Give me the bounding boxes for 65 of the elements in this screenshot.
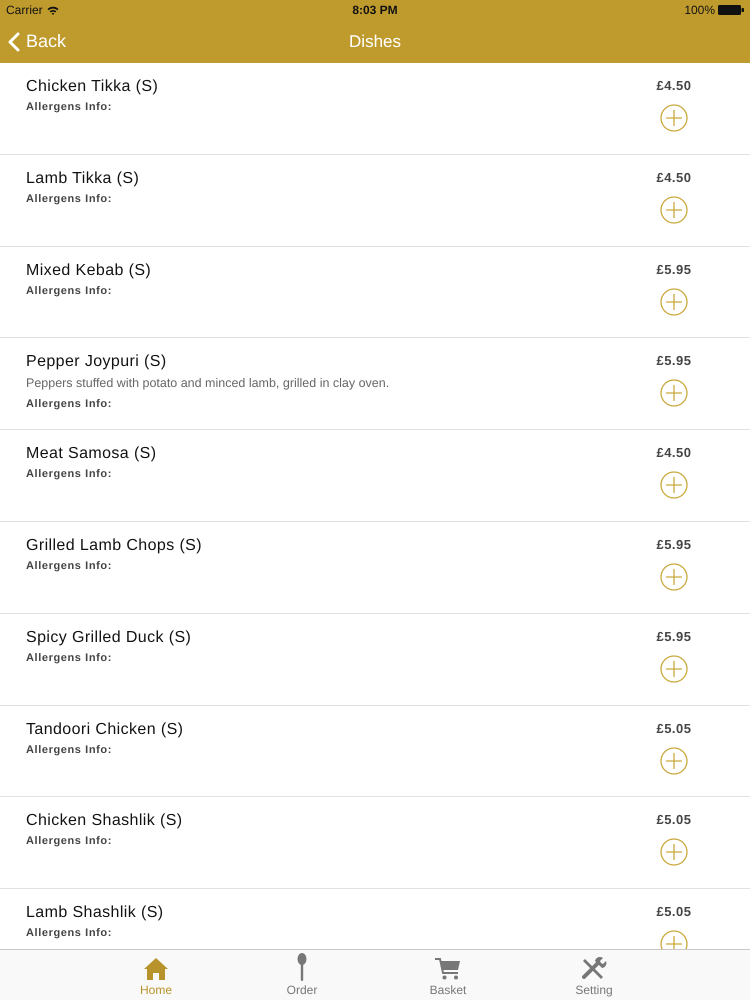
wifi-icon	[46, 6, 59, 14]
add-button[interactable]	[660, 654, 688, 683]
allergens-label: Allergens Info:	[26, 650, 112, 665]
dish-price: £5.05	[656, 720, 692, 737]
dish-price: £4.50	[656, 170, 692, 186]
dish-name: Meat Samosa (S)	[26, 444, 156, 464]
tab-item[interactable]: Basket	[375, 950, 521, 1000]
add-button[interactable]	[660, 746, 688, 775]
dish-price: £5.05	[656, 904, 692, 920]
plus-circle-icon	[660, 379, 688, 408]
tools-icon	[581, 957, 607, 981]
dish-price: £5.95	[656, 628, 692, 645]
plus-circle-icon	[660, 104, 688, 132]
tab-item[interactable]: Setting	[521, 950, 667, 1000]
add-button[interactable]	[660, 104, 688, 132]
add-button[interactable]	[660, 379, 688, 408]
status-time: 8:03 PM	[352, 2, 398, 19]
dish-row[interactable]: Tandoori Chicken (S) Allergens Info: £5.05	[0, 706, 750, 798]
dish-price: £5.95	[656, 536, 692, 553]
battery-icon	[718, 5, 744, 15]
plus-circle-icon	[660, 838, 688, 866]
chevron-left-icon	[8, 32, 20, 52]
dish-price: £5.95	[656, 262, 692, 278]
allergens-label: Allergens Info:	[26, 192, 112, 206]
dish-row[interactable]: Mixed Kebab (S) Allergens Info: £5.95	[0, 246, 750, 338]
dish-name: Lamb Shashlik (S)	[26, 903, 164, 924]
cart-icon	[435, 957, 461, 981]
dish-name: Tandoori Chicken (S)	[26, 720, 184, 740]
carrier-label: Carrier	[6, 2, 43, 19]
screen-title: Dishes	[349, 30, 401, 53]
dish-name: Grilled Lamb Chops (S)	[26, 536, 202, 556]
allergens-label: Allergens Info:	[26, 926, 112, 940]
dish-price: £5.95	[656, 353, 692, 370]
allergens-label: Allergens Info:	[26, 467, 112, 482]
dish-name: Mixed Kebab (S)	[26, 260, 152, 281]
dish-name: Pepper Joypuri (S)	[26, 352, 167, 372]
plus-circle-icon	[660, 654, 688, 683]
allergens-label: Allergens Info:	[26, 100, 112, 114]
allergens-label: Allergens Info:	[26, 742, 112, 757]
add-button[interactable]	[660, 838, 688, 866]
tab-item[interactable]: Order	[229, 950, 375, 1000]
add-button[interactable]	[660, 471, 688, 500]
dish-price: £4.50	[656, 78, 692, 94]
dish-name: Chicken Shashlik (S)	[26, 811, 182, 832]
plus-circle-icon	[660, 196, 688, 224]
plus-circle-icon	[660, 746, 688, 775]
plus-circle-icon	[660, 562, 688, 591]
add-button[interactable]	[660, 562, 688, 591]
spoon-icon	[297, 953, 307, 981]
plus-circle-icon	[660, 471, 688, 500]
add-button[interactable]	[660, 288, 688, 316]
house-icon	[143, 957, 169, 981]
dish-description: Peppers stuffed with potato and minced lamb, grilled in clay oven.	[26, 375, 390, 392]
dish-price: £4.50	[656, 445, 692, 462]
dish-name: Lamb Tikka (S)	[26, 168, 140, 189]
battery-percent: 100%	[684, 2, 716, 19]
allergens-label: Allergens Info:	[26, 558, 112, 573]
dish-name: Chicken Tikka (S)	[26, 77, 158, 97]
dish-price: £5.05	[656, 812, 692, 828]
allergens-label: Allergens Info:	[26, 834, 112, 848]
dish-name: Spicy Grilled Duck (S)	[26, 628, 192, 648]
add-button[interactable]	[660, 196, 688, 224]
plus-circle-icon	[660, 288, 688, 316]
allergens-label: Allergens Info:	[26, 397, 112, 412]
allergens-label: Allergens Info:	[26, 284, 112, 298]
